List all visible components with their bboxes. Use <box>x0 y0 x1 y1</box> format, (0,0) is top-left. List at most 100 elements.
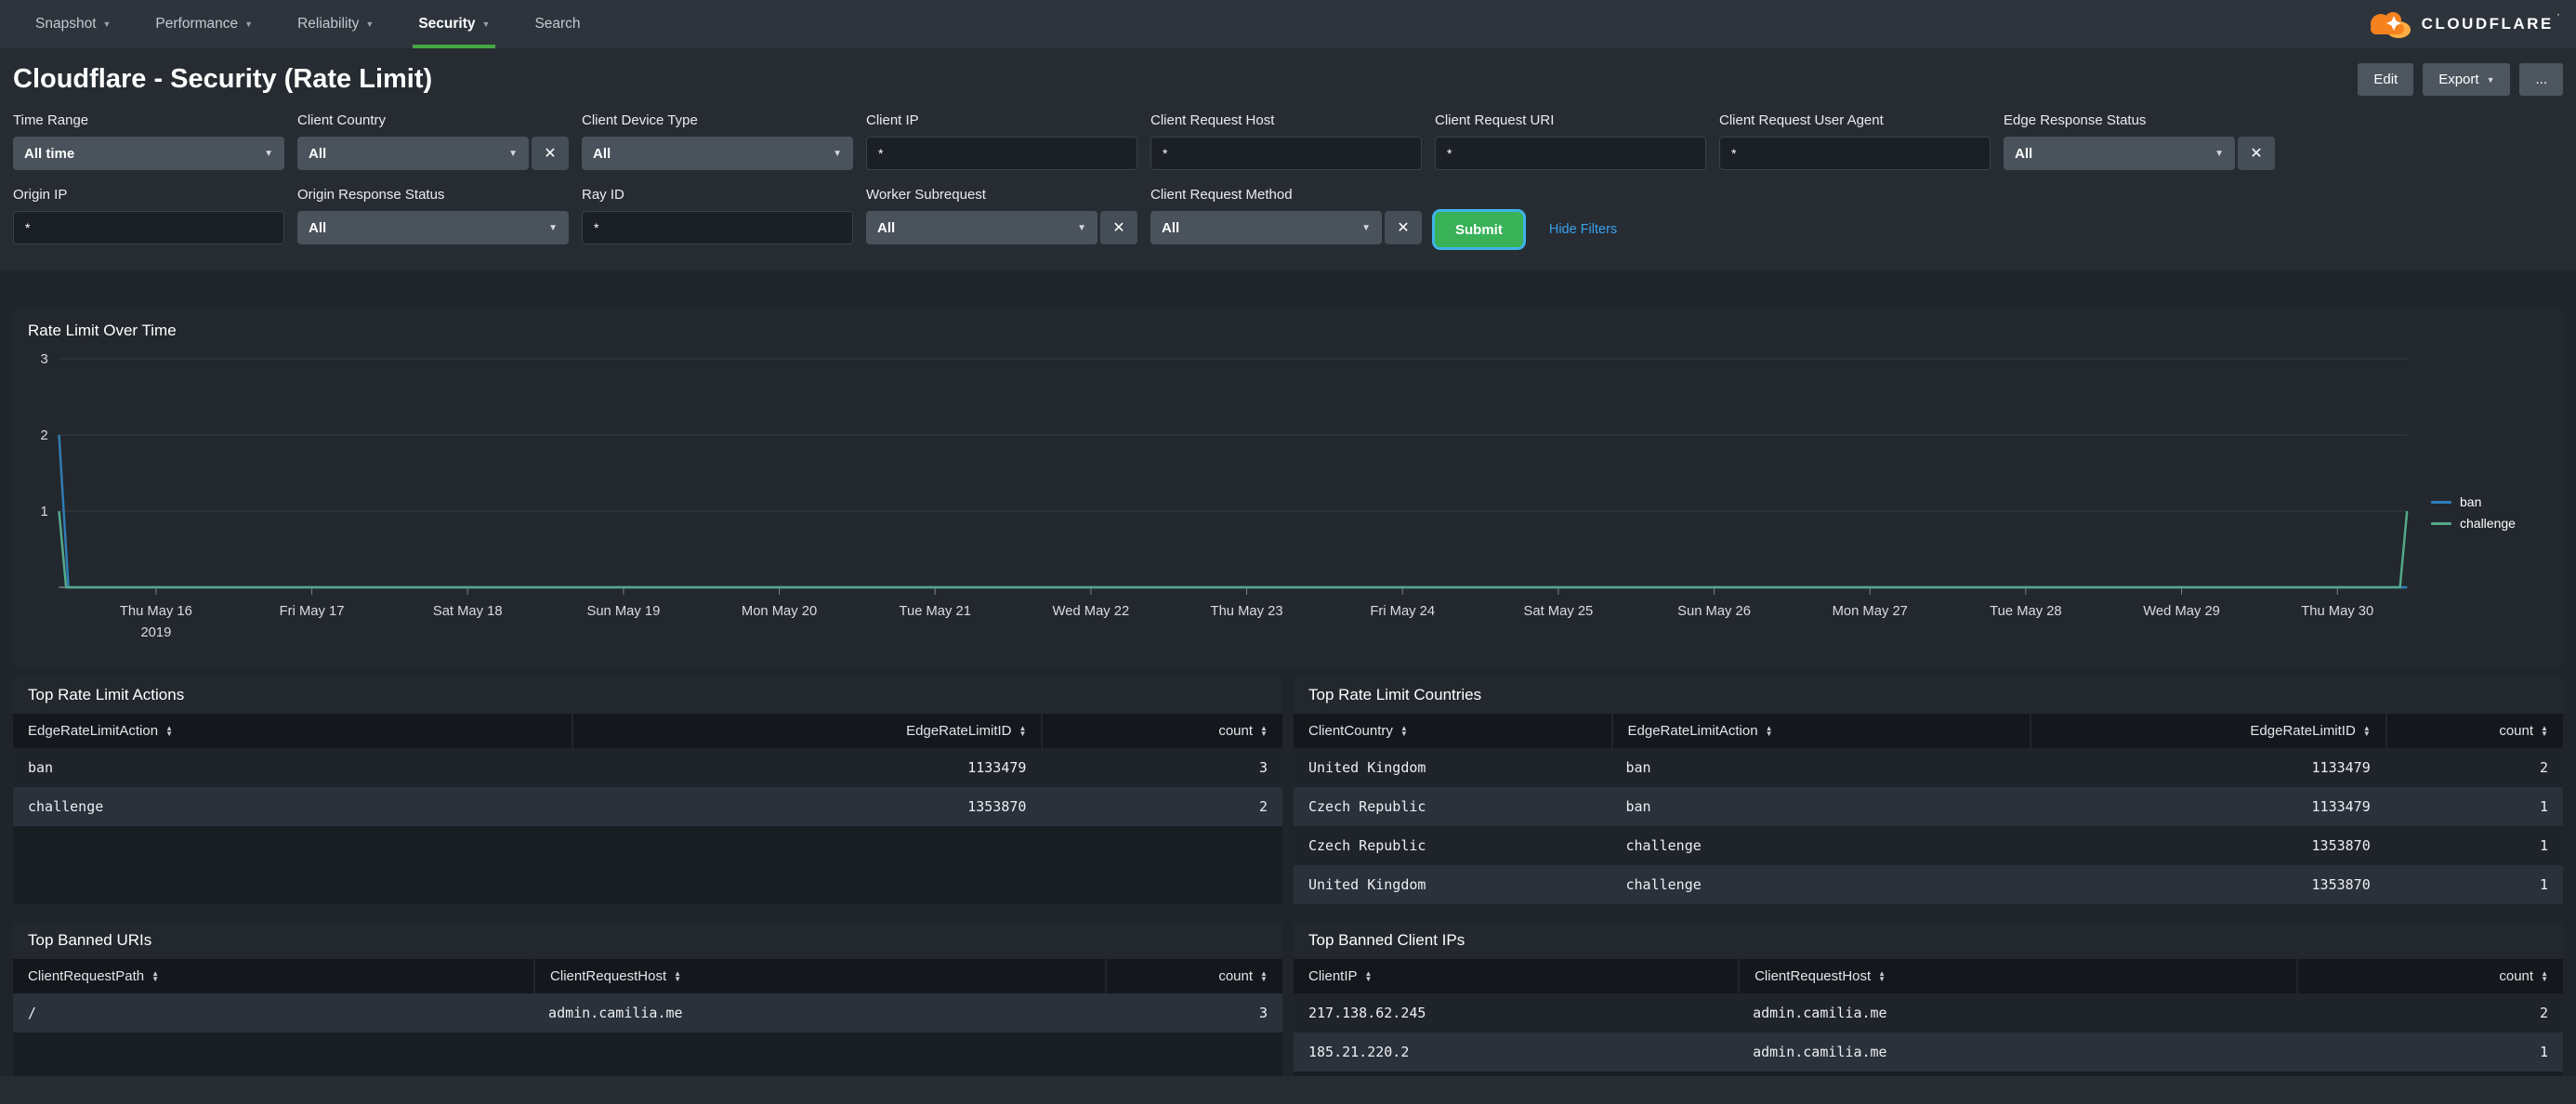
export-button[interactable]: Export ▼ <box>2423 63 2511 96</box>
column-header-edgeratelimitid[interactable]: EdgeRateLimitID ▲ ▼ <box>2030 714 2385 748</box>
filter-label: Client Request User Agent <box>1719 112 1884 128</box>
filter-client-request-user-agent: Client Request User Agent <box>1719 112 1991 170</box>
table-cell: 1 <box>2539 837 2548 854</box>
origin-response-status-select[interactable]: All ▼ <box>297 211 569 244</box>
clear-filter-button[interactable]: ✕ <box>1385 211 1422 244</box>
table-panel-top-rate-limit-countries: Top Rate Limit Countries ClientCountry ▲ ▼… <box>1294 677 2563 904</box>
filter-client-ip: Client IP <box>866 112 1137 170</box>
clear-filter-button[interactable]: ✕ <box>1100 211 1137 244</box>
table-empty-area <box>13 826 1282 904</box>
column-header-clientip[interactable]: ClientIP ▲ ▼ <box>1294 959 1738 993</box>
filter-label: Origin IP <box>13 187 68 203</box>
table-cell: 1353870 <box>967 798 1027 815</box>
table-title: Top Rate Limit Countries <box>1308 686 1482 703</box>
nav-item-search[interactable]: Search <box>512 0 602 48</box>
sort-icon: ▲ ▼ <box>1364 968 1373 983</box>
filter-origin-ip: Origin IP <box>13 187 284 247</box>
svg-text:Sun May 26: Sun May 26 <box>1677 604 1751 619</box>
nav-item-performance[interactable]: Performance ▼ <box>133 0 275 48</box>
filter-client-request-method: Client Request Method All ▼ ✕ <box>1150 187 1422 247</box>
svg-text:Thu May 23: Thu May 23 <box>1211 604 1283 619</box>
column-header-count[interactable]: count ▲ ▼ <box>2385 714 2563 748</box>
page-title: Cloudflare - Security (Rate Limit) <box>13 64 433 94</box>
client-device-type-select[interactable]: All ▼ <box>582 137 853 170</box>
column-header-clientcountry[interactable]: ClientCountry ▲ ▼ <box>1294 714 1611 748</box>
svg-text:Mon May 27: Mon May 27 <box>1833 604 1908 619</box>
nav-item-snapshot[interactable]: Snapshot ▼ <box>13 0 133 48</box>
table-cell: 2 <box>2539 759 2548 776</box>
table-cell: 1 <box>2539 1044 2548 1060</box>
nav-item-security[interactable]: Security ▼ <box>396 0 512 48</box>
svg-text:Sun May 19: Sun May 19 <box>586 604 660 619</box>
table-cell: 1353870 <box>2311 837 2371 854</box>
svg-text:Fri May 24: Fri May 24 <box>1370 604 1435 619</box>
chevron-down-icon: ▼ <box>833 148 842 159</box>
more-button[interactable]: ... <box>2519 63 2563 96</box>
table-cell: 3 <box>1258 759 1268 776</box>
filter-row-2: Origin IP Origin Response Status All ▼ R… <box>13 187 2563 247</box>
column-header-edgeratelimitaction[interactable]: EdgeRateLimitAction ▲ ▼ <box>1610 714 2031 748</box>
chart-legend: ban challenge <box>2420 494 2548 645</box>
chevron-down-icon: ▼ <box>244 20 254 29</box>
table-cell: 2 <box>1258 798 1268 815</box>
svg-text:Thu May 16: Thu May 16 <box>120 604 192 619</box>
filter-bar: Time Range All time ▼ Client Country All… <box>0 103 2576 271</box>
client-request-user-agent-input[interactable] <box>1719 137 1991 170</box>
chevron-down-icon: ▼ <box>365 20 375 29</box>
column-header-clientrequestpath[interactable]: ClientRequestPath ▲ ▼ <box>13 959 533 993</box>
filter-label: Client Request Method <box>1150 187 1293 203</box>
column-header-clientrequesthost[interactable]: ClientRequestHost ▲ ▼ <box>1738 959 2296 993</box>
close-icon: ✕ <box>1397 220 1410 236</box>
filter-label: Time Range <box>13 112 89 128</box>
clear-filter-button[interactable]: ✕ <box>2238 137 2275 170</box>
client-request-method-select[interactable]: All ▼ <box>1150 211 1382 244</box>
column-header-clientrequesthost[interactable]: ClientRequestHost ▲ ▼ <box>533 959 1105 993</box>
time-range-select[interactable]: All time ▼ <box>13 137 284 170</box>
brand-mark: ’ <box>2556 13 2559 23</box>
table-cell: ban <box>28 759 54 776</box>
legend-item-ban[interactable]: ban <box>2431 494 2548 509</box>
client-request-host-input[interactable] <box>1150 137 1422 170</box>
sort-icon: ▲ ▼ <box>1260 968 1268 983</box>
table-row: United Kingdom ban 1133479 2 <box>1294 748 2563 787</box>
svg-text:3: 3 <box>40 352 47 367</box>
worker-subrequest-select[interactable]: All ▼ <box>866 211 1097 244</box>
table-cell: ban <box>1625 759 1651 776</box>
table-cell: challenge <box>1625 876 1702 893</box>
table-row: 217.138.62.245 admin.camilia.me 2 <box>1294 993 2563 1032</box>
sort-icon: ▲ ▼ <box>2362 723 2371 738</box>
client-ip-input[interactable] <box>866 137 1137 170</box>
column-header-edgeratelimitaction[interactable]: EdgeRateLimitAction ▲ ▼ <box>13 714 572 748</box>
table-cell: 2 <box>2539 1005 2548 1021</box>
submit-button[interactable]: Submit <box>1435 212 1523 247</box>
chevron-down-icon: ▼ <box>2486 74 2495 85</box>
column-header-count[interactable]: count ▲ ▼ <box>2296 959 2563 993</box>
table-cell: Czech Republic <box>1308 837 1426 854</box>
chevron-down-icon: ▼ <box>548 222 558 233</box>
chevron-down-icon: ▼ <box>102 20 112 29</box>
client-request-uri-input[interactable] <box>1435 137 1706 170</box>
column-header-edgeratelimitid[interactable]: EdgeRateLimitID ▲ ▼ <box>572 714 1041 748</box>
table-title: Top Banned URIs <box>28 931 152 949</box>
client-country-select[interactable]: All ▼ <box>297 137 529 170</box>
hide-filters-link[interactable]: Hide Filters <box>1549 222 1617 237</box>
clear-filter-button[interactable]: ✕ <box>532 137 569 170</box>
column-header-count[interactable]: count ▲ ▼ <box>1104 959 1282 993</box>
ray-id-input[interactable] <box>582 211 853 244</box>
legend-item-challenge[interactable]: challenge <box>2431 516 2548 531</box>
table-cell: admin.camilia.me <box>548 1005 683 1021</box>
chevron-down-icon: ▼ <box>1361 222 1371 233</box>
table-body: United Kingdom ban 1133479 2 Czech Republic b… <box>1294 748 2563 904</box>
sort-icon: ▲ ▼ <box>1878 968 1886 983</box>
table-cell: challenge <box>1625 837 1702 854</box>
svg-text:Fri May 17: Fri May 17 <box>280 604 345 619</box>
edge-response-status-select[interactable]: All ▼ <box>2004 137 2235 170</box>
sort-icon: ▲ ▼ <box>674 968 682 983</box>
edit-button[interactable]: Edit <box>2358 63 2414 96</box>
nav-item-reliability[interactable]: Reliability ▼ <box>275 0 396 48</box>
table-row: / admin.camilia.me 3 <box>13 993 1282 1032</box>
origin-ip-input[interactable] <box>13 211 284 244</box>
chevron-down-icon: ▼ <box>1077 222 1086 233</box>
column-header-count[interactable]: count ▲ ▼ <box>1041 714 1282 748</box>
sort-icon: ▲ ▼ <box>165 723 173 738</box>
